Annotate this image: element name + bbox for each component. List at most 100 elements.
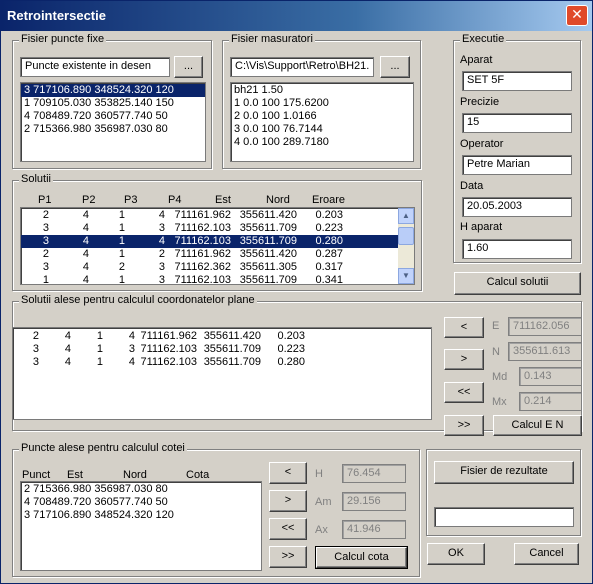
md-label: Md	[492, 371, 508, 383]
header-nord: Nord	[266, 194, 290, 206]
move-left-button[interactable]: <	[444, 317, 484, 338]
table-cell: 2	[42, 248, 49, 260]
solutii-list[interactable]: 2 4 1 4 711161.962 355611.420 0.203 3 4 1 3 711162.…	[20, 207, 415, 285]
puncte-alese-list[interactable]: 2 715366.980 356987.030 80 4 708489.720 …	[20, 481, 262, 571]
close-button[interactable]: ✕	[566, 5, 588, 26]
mx-field: 0.214	[519, 392, 582, 411]
cota-move-all-left-button[interactable]: <<	[269, 518, 307, 540]
table-cell: 1	[118, 248, 125, 260]
masuratori-list[interactable]: bh21 1.50 1 0.0 100 175.6200 2 0.0 100 1…	[230, 82, 414, 162]
aparat-field[interactable]: SET 5F	[462, 71, 572, 91]
table-row[interactable]: 2 4 1 4 711161.962 355611.420 0.203	[13, 330, 413, 343]
table-cell: 3	[42, 222, 49, 234]
list-item[interactable]: 2 0.0 100 1.0166	[231, 110, 413, 123]
table-row[interactable]: 3 4 1 3 711162.103 355611.709 0.223	[21, 222, 398, 235]
table-cell: 0.203	[277, 330, 305, 342]
puncte-source-field[interactable]: Puncte existente in desen	[20, 57, 170, 77]
data-field[interactable]: 20.05.2003	[462, 197, 572, 217]
header-p3: P3	[124, 194, 138, 206]
table-cell: 711162.103	[174, 235, 231, 247]
ok-button[interactable]: OK	[427, 543, 485, 565]
table-cell: 355611.709	[203, 343, 261, 355]
title-bar[interactable]: Retrointersectie ✕	[1, 1, 592, 31]
table-cell: 3	[32, 356, 39, 368]
table-cell: 4	[82, 209, 89, 221]
list-item[interactable]: 2 715366.980 356987.030 80	[21, 483, 261, 496]
masuratori-browse-button[interactable]: ...	[380, 56, 410, 78]
table-cell: 0.223	[277, 343, 305, 355]
table-cell: 1	[118, 274, 125, 285]
e-field: 711162.056	[508, 317, 582, 336]
table-cell: 355611.709	[239, 274, 297, 285]
table-cell: 355611.709	[239, 222, 297, 234]
list-item[interactable]: bh21 1.50	[231, 84, 413, 97]
table-row[interactable]: 1 4 1 3 711162.103 355611.709 0.341	[21, 274, 398, 285]
puncte-browse-button[interactable]: ...	[174, 56, 203, 78]
fisier-puncte-label: Fisier puncte fixe	[19, 33, 107, 45]
table-cell: 0.317	[315, 261, 343, 273]
list-item[interactable]: 4 0.0 100 289.7180	[231, 136, 413, 149]
table-cell: 4	[82, 261, 89, 273]
cota-move-right-button[interactable]: >	[269, 490, 307, 512]
solutii-label: Solutii	[19, 173, 53, 185]
scroll-up-arrow-icon[interactable]: ▲	[398, 208, 414, 224]
table-cell: 1	[118, 235, 125, 247]
solutii-alese-list[interactable]: 2 4 1 4 711161.962 355611.420 0.203 3 4 1 3 711162.…	[12, 327, 432, 420]
table-cell: 0.280	[315, 235, 343, 247]
rezultate-path-field[interactable]	[434, 507, 574, 527]
operator-label: Operator	[460, 138, 504, 150]
header-eroare: Eroare	[312, 194, 346, 206]
table-row[interactable]: 3 4 1 4 711162.103 355611.709 0.280	[13, 356, 413, 369]
masuratori-path-field[interactable]: C:\Vis\Support\Retro\BH21.	[230, 57, 374, 77]
list-item[interactable]: 4 708489.720 360577.740 50	[21, 110, 205, 123]
table-row[interactable]: 3 4 1 4 711162.103 355611.709 0.280	[21, 235, 398, 248]
scroll-down-arrow-icon[interactable]: ▼	[398, 268, 414, 284]
list-item[interactable]: 4 708489.720 360577.740 50	[21, 496, 261, 509]
table-cell: 2	[32, 330, 39, 342]
table-row[interactable]: 3 4 1 3 711162.103 355611.709 0.223	[13, 343, 413, 356]
list-item[interactable]: 1 709105.030 353825.140 150	[21, 97, 205, 110]
precizie-field[interactable]: 15	[462, 113, 572, 133]
table-cell: 2	[42, 209, 49, 221]
table-cell: 355611.420	[203, 330, 261, 342]
table-cell: 711162.362	[174, 261, 231, 273]
solutii-alese-label: Solutii alese pentru calculul coordonate…	[19, 294, 257, 306]
table-cell: 1	[42, 274, 49, 285]
header-est: Est	[215, 194, 231, 206]
header-nord: Nord	[123, 469, 147, 481]
calcul-cota-button[interactable]: Calcul cota	[315, 546, 408, 569]
fisier-rezultate-button[interactable]: Fisier de rezultate	[434, 461, 574, 484]
list-item[interactable]: 3 717106.890 348524.320 120	[21, 509, 261, 522]
list-item[interactable]: 3 717106.890 348524.320 120	[21, 84, 205, 97]
table-cell: 4	[64, 330, 71, 342]
list-item[interactable]: 3 0.0 100 76.7144	[231, 123, 413, 136]
table-cell: 4	[128, 330, 135, 342]
table-cell: 3	[158, 222, 165, 234]
table-cell: 711162.103	[174, 222, 231, 234]
scroll-thumb[interactable]	[398, 227, 414, 245]
cancel-button[interactable]: Cancel	[514, 543, 579, 565]
table-cell: 3	[158, 261, 165, 273]
operator-field[interactable]: Petre Marian	[462, 155, 572, 175]
table-row[interactable]: 3 4 2 3 711162.362 355611.305 0.317	[21, 261, 398, 274]
calcul-en-button[interactable]: Calcul E N	[493, 415, 582, 436]
table-cell: 0.280	[277, 356, 305, 368]
move-all-left-button[interactable]: <<	[444, 382, 484, 403]
table-cell: 355611.709	[203, 356, 261, 368]
list-item[interactable]: 2 715366.980 356987.030 80	[21, 123, 205, 136]
cota-move-left-button[interactable]: <	[269, 462, 307, 484]
move-right-button[interactable]: >	[444, 349, 484, 370]
executie-label: Executie	[460, 33, 507, 45]
calcul-solutii-button[interactable]: Calcul solutii	[454, 272, 581, 295]
list-item[interactable]: 1 0.0 100 175.6200	[231, 97, 413, 110]
move-all-right-button[interactable]: >>	[444, 415, 484, 436]
haparat-field[interactable]: 1.60	[462, 239, 572, 259]
solutii-scrollbar[interactable]: ▲ ▼	[398, 208, 414, 284]
table-row[interactable]: 2 4 1 2 711161.962 355611.420 0.287	[21, 248, 398, 261]
md-field: 0.143	[519, 367, 582, 386]
puncte-fixe-list[interactable]: 3 717106.890 348524.320 120 1 709105.030…	[20, 82, 206, 162]
cota-move-all-right-button[interactable]: >>	[269, 546, 307, 568]
table-cell: 4	[82, 235, 89, 247]
table-row[interactable]: 2 4 1 4 711161.962 355611.420 0.203	[21, 209, 398, 222]
table-cell: 4	[64, 356, 71, 368]
